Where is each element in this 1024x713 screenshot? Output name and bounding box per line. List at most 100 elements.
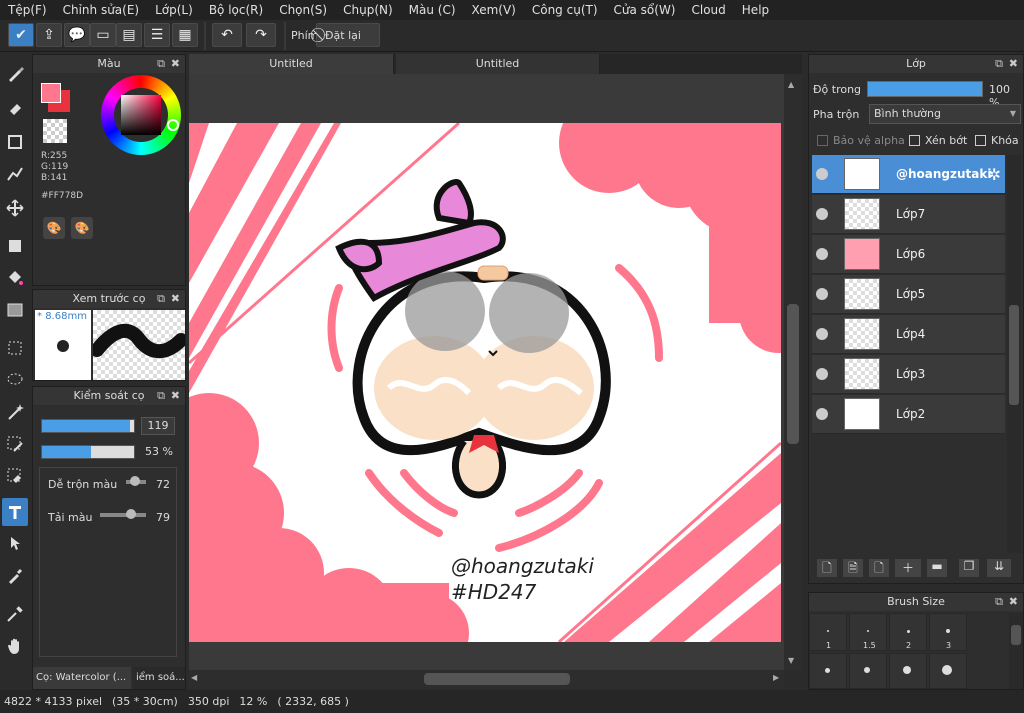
menu-layer[interactable]: Lớp(L) — [147, 3, 201, 17]
layer-row[interactable]: Lớp2 — [812, 395, 1005, 434]
layer-row[interactable]: Lớp4 — [812, 315, 1005, 354]
redo-icon[interactable]: ↷ — [246, 23, 276, 47]
menu-color[interactable]: Màu (C) — [401, 3, 464, 17]
visibility-icon[interactable] — [816, 288, 828, 300]
grid-icon[interactable]: ▦ — [172, 23, 198, 47]
dropper-icon[interactable] — [2, 600, 28, 628]
brush-size-scroll-thumb[interactable] — [1011, 625, 1021, 645]
undo-icon[interactable]: ↶ — [212, 23, 242, 47]
layer-row[interactable]: Lớp7 — [812, 195, 1005, 234]
load-slider-knob[interactable] — [126, 509, 136, 519]
tab-untitled-1[interactable]: Untitled — [189, 54, 394, 74]
text-icon[interactable] — [2, 498, 28, 526]
comment-icon[interactable]: 💬 — [64, 23, 90, 47]
document-icon[interactable]: ▤ — [116, 23, 142, 47]
close-icon[interactable]: ✖ — [171, 290, 180, 308]
brush-size-cell[interactable]: 2 — [889, 613, 927, 651]
select-rect-icon[interactable] — [2, 334, 28, 362]
blend-mode-select[interactable]: Bình thường ▼ — [869, 104, 1021, 124]
menu-file[interactable]: Tệp(F) — [0, 3, 55, 17]
new-layer-8bit-icon[interactable]: 🗎 — [843, 559, 863, 577]
chat-icon[interactable]: ▭ — [90, 23, 116, 47]
brush-size-cell[interactable] — [809, 653, 847, 689]
horizontal-scroll-thumb[interactable] — [424, 673, 570, 685]
list-icon[interactable]: ☰ — [144, 23, 170, 47]
layer-row[interactable]: @hoangzutaki ✲ — [812, 155, 1005, 194]
palette-add-icon[interactable]: 🎨 — [71, 217, 93, 239]
load-slider[interactable] — [100, 513, 146, 517]
vertical-scroll-thumb[interactable] — [787, 304, 799, 444]
line-icon[interactable] — [2, 160, 28, 188]
blend-slider-knob[interactable] — [130, 476, 140, 486]
visibility-icon[interactable] — [816, 368, 828, 380]
clip-checkbox[interactable] — [909, 135, 920, 146]
brush-size-cell[interactable] — [889, 653, 927, 689]
close-icon[interactable]: ✖ — [1009, 593, 1018, 611]
color-wheel[interactable] — [101, 75, 181, 155]
popout-icon[interactable]: ⧉ — [157, 387, 165, 405]
menu-view[interactable]: Xem(V) — [464, 3, 524, 17]
color-square[interactable] — [121, 95, 161, 135]
protect-alpha-checkbox[interactable] — [817, 135, 828, 146]
layer-list-scrollbar[interactable] — [1007, 155, 1021, 553]
check-icon[interactable]: ✔ — [8, 23, 34, 47]
brush-size-scrollbar[interactable] — [1009, 613, 1023, 689]
layer-list-scroll-thumb[interactable] — [1009, 305, 1019, 405]
select-eraser-icon[interactable] — [2, 462, 28, 490]
add-layer-menu-icon[interactable]: ＋ — [895, 559, 921, 577]
popout-icon[interactable]: ⧉ — [157, 55, 165, 73]
visibility-icon[interactable] — [816, 248, 828, 260]
scroll-right-icon[interactable]: ▶ — [773, 673, 779, 682]
hand-icon[interactable] — [2, 632, 28, 660]
menu-select[interactable]: Chọn(S) — [271, 3, 335, 17]
eraser-icon[interactable] — [2, 94, 28, 122]
share-icon[interactable]: ⇪ — [36, 23, 62, 47]
new-layer-1bit-icon[interactable]: 🗋 — [869, 559, 889, 577]
new-layer-icon[interactable]: 🗋 — [817, 559, 837, 577]
artwork-canvas[interactable]: @hoangzutaki #HD247 — [189, 123, 781, 642]
brush-size-slider[interactable] — [41, 419, 135, 433]
fill-rect-icon[interactable] — [2, 232, 28, 260]
menu-help[interactable]: Help — [734, 3, 777, 17]
scroll-down-icon[interactable]: ▼ — [788, 656, 794, 665]
menu-capture[interactable]: Chụp(N) — [335, 3, 401, 17]
visibility-icon[interactable] — [816, 208, 828, 220]
popout-icon[interactable]: ⧉ — [157, 290, 165, 308]
brush-icon[interactable] — [2, 60, 28, 88]
tab-brush[interactable]: Cọ: Watercolor (... — [33, 667, 131, 689]
tab-untitled-2[interactable]: Untitled — [396, 54, 600, 74]
popout-icon[interactable]: ⧉ — [995, 593, 1003, 611]
select-pen-icon[interactable] — [2, 430, 28, 458]
vertical-scrollbar[interactable]: ▲ ▼ — [784, 74, 802, 670]
brush-size-cell[interactable]: 1.5 — [849, 613, 887, 651]
visibility-icon[interactable] — [816, 408, 828, 420]
merge-layer-icon[interactable]: ⇊ — [987, 559, 1011, 577]
canvas-work-area[interactable]: @hoangzutaki #HD247 — [189, 74, 802, 670]
move-icon[interactable] — [2, 194, 28, 222]
hue-picker[interactable] — [167, 119, 179, 131]
eyedropper-icon[interactable] — [2, 562, 28, 590]
menu-window[interactable]: Cửa sổ(W) — [606, 3, 684, 17]
brush-size-cell[interactable] — [849, 653, 887, 689]
brush-size-cell[interactable]: 1 — [809, 613, 847, 651]
close-icon[interactable]: ✖ — [1009, 55, 1018, 73]
palette-icon[interactable]: 🎨 — [43, 217, 65, 239]
hand-select-icon[interactable] — [2, 530, 28, 558]
rectangle-icon[interactable] — [2, 128, 28, 156]
bucket-icon[interactable] — [2, 264, 28, 292]
close-icon[interactable]: ✖ — [171, 55, 180, 73]
layer-row[interactable]: Lớp3 — [812, 355, 1005, 394]
brush-size-cell[interactable]: 3 — [929, 613, 967, 651]
gradient-icon[interactable] — [2, 296, 28, 324]
folder-icon[interactable]: ▬ — [927, 559, 947, 577]
foreground-color-swatch[interactable] — [41, 83, 61, 103]
scroll-up-icon[interactable]: ▲ — [788, 80, 794, 89]
brush-size-value[interactable]: 119 — [141, 417, 175, 435]
visibility-icon[interactable] — [816, 328, 828, 340]
tab-brush-control[interactable]: iểm soá... — [133, 667, 185, 689]
menu-cloud[interactable]: Cloud — [684, 3, 734, 17]
layer-row[interactable]: Lớp5 — [812, 275, 1005, 314]
scroll-left-icon[interactable]: ◀ — [191, 673, 197, 682]
brush-size-cell[interactable] — [929, 653, 967, 689]
gear-icon[interactable]: ✲ — [988, 165, 1001, 184]
